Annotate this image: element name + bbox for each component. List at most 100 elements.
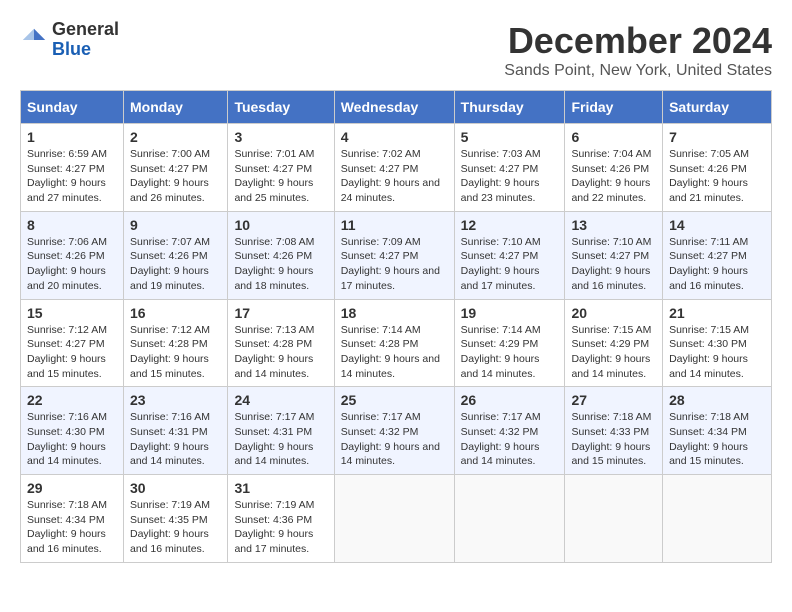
day-number: 14 [669,217,765,233]
day-number: 11 [341,217,448,233]
day-number: 10 [234,217,327,233]
calendar-cell: 19 Sunrise: 7:14 AM Sunset: 4:29 PM Dayli… [454,299,565,387]
day-info: Sunrise: 7:13 AM Sunset: 4:28 PM Dayligh… [234,323,327,382]
calendar-cell: 16Sunrise: 7:12 AM Sunset: 4:28 PM Dayli… [124,299,228,387]
day-number: 28 [669,392,765,408]
day-info: Sunrise: 7:10 AM Sunset: 4:27 PM Dayligh… [571,235,656,294]
day-number: 19 [461,305,559,321]
day-number: 20 [571,305,656,321]
day-number: 9 [130,217,221,233]
day-number: 4 [341,129,448,145]
month-title: December 2024 [504,20,772,62]
calendar-cell: 25Sunrise: 7:17 AM Sunset: 4:32 PM Dayli… [334,387,454,475]
calendar-cell: 15Sunrise: 7:12 AM Sunset: 4:27 PM Dayli… [21,299,124,387]
calendar-header-row: SundayMondayTuesdayWednesdayThursdayFrid… [21,91,772,124]
day-info: Sunrise: 7:16 AM Sunset: 4:30 PM Dayligh… [27,410,117,469]
calendar-cell: 22 Sunrise: 7:16 AM Sunset: 4:30 PM Dayli… [21,387,124,475]
day-number: 30 [130,480,221,496]
day-number: 15 [27,305,117,321]
calendar-table: SundayMondayTuesdayWednesdayThursdayFrid… [20,90,772,563]
day-number: 25 [341,392,448,408]
page-header: General Blue December 2024 Sands Point, … [20,20,772,80]
title-area: December 2024 Sands Point, New York, Uni… [504,20,772,80]
calendar-cell: 21 Sunrise: 7:15 AM Sunset: 4:30 PM Dayli… [663,299,772,387]
calendar-cell: 23Sunrise: 7:16 AM Sunset: 4:31 PM Dayli… [124,387,228,475]
calendar-cell: 30 Sunrise: 7:19 AM Sunset: 4:35 PM Dayli… [124,475,228,563]
calendar-row: 1 Sunrise: 6:59 AM Sunset: 4:27 PM Daylig… [21,124,772,212]
day-number: 8 [27,217,117,233]
day-info: Sunrise: 7:00 AM Sunset: 4:27 PM Dayligh… [130,147,221,206]
day-info: Sunrise: 7:17 AM Sunset: 4:32 PM Dayligh… [461,410,559,469]
day-number: 12 [461,217,559,233]
day-info: Sunrise: 7:09 AM Sunset: 4:27 PM Dayligh… [341,235,448,294]
day-number: 5 [461,129,559,145]
day-info: Sunrise: 7:19 AM Sunset: 4:35 PM Dayligh… [130,498,221,557]
day-info: Sunrise: 7:06 AM Sunset: 4:26 PM Dayligh… [27,235,117,294]
day-number: 1 [27,129,117,145]
day-number: 27 [571,392,656,408]
day-info: Sunrise: 7:19 AM Sunset: 4:36 PM Dayligh… [234,498,327,557]
calendar-cell: 10 Sunrise: 7:08 AM Sunset: 4:26 PM Dayli… [228,211,334,299]
logo-text: General Blue [52,20,119,60]
day-number: 24 [234,392,327,408]
day-info: Sunrise: 7:18 AM Sunset: 4:34 PM Dayligh… [27,498,117,557]
day-info: Sunrise: 7:18 AM Sunset: 4:34 PM Dayligh… [669,410,765,469]
day-info: Sunrise: 7:18 AM Sunset: 4:33 PM Dayligh… [571,410,656,469]
day-number: 22 [27,392,117,408]
logo-icon [20,26,48,54]
day-number: 16 [130,305,221,321]
day-info: Sunrise: 7:14 AM Sunset: 4:29 PM Dayligh… [461,323,559,382]
day-header: Wednesday [334,91,454,124]
calendar-cell: 24 Sunrise: 7:17 AM Sunset: 4:31 PM Dayli… [228,387,334,475]
calendar-cell [454,475,565,563]
day-number: 2 [130,129,221,145]
logo: General Blue [20,20,119,60]
day-info: Sunrise: 7:04 AM Sunset: 4:26 PM Dayligh… [571,147,656,206]
calendar-cell: 11 Sunrise: 7:09 AM Sunset: 4:27 PM Dayli… [334,211,454,299]
calendar-cell: 13 Sunrise: 7:10 AM Sunset: 4:27 PM Dayli… [565,211,663,299]
calendar-cell: 27 Sunrise: 7:18 AM Sunset: 4:33 PM Dayli… [565,387,663,475]
calendar-cell: 8 Sunrise: 7:06 AM Sunset: 4:26 PM Daylig… [21,211,124,299]
calendar-cell: 5 Sunrise: 7:03 AM Sunset: 4:27 PM Daylig… [454,124,565,212]
day-number: 21 [669,305,765,321]
calendar-cell: 18 Sunrise: 7:14 AM Sunset: 4:28 PM Dayli… [334,299,454,387]
day-header: Sunday [21,91,124,124]
day-info: Sunrise: 7:17 AM Sunset: 4:31 PM Dayligh… [234,410,327,469]
day-info: Sunrise: 7:11 AM Sunset: 4:27 PM Dayligh… [669,235,765,294]
location-title: Sands Point, New York, United States [504,62,772,80]
day-info: Sunrise: 6:59 AM Sunset: 4:27 PM Dayligh… [27,147,117,206]
calendar-cell: 20 Sunrise: 7:15 AM Sunset: 4:29 PM Dayli… [565,299,663,387]
calendar-cell: 7 Sunrise: 7:05 AM Sunset: 4:26 PM Daylig… [663,124,772,212]
day-info: Sunrise: 7:08 AM Sunset: 4:26 PM Dayligh… [234,235,327,294]
calendar-cell: 12Sunrise: 7:10 AM Sunset: 4:27 PM Dayli… [454,211,565,299]
day-info: Sunrise: 7:02 AM Sunset: 4:27 PM Dayligh… [341,147,448,206]
calendar-cell: 3 Sunrise: 7:01 AM Sunset: 4:27 PM Daylig… [228,124,334,212]
day-number: 23 [130,392,221,408]
day-number: 6 [571,129,656,145]
calendar-cell: 1 Sunrise: 6:59 AM Sunset: 4:27 PM Daylig… [21,124,124,212]
day-info: Sunrise: 7:05 AM Sunset: 4:26 PM Dayligh… [669,147,765,206]
calendar-row: 8 Sunrise: 7:06 AM Sunset: 4:26 PM Daylig… [21,211,772,299]
day-info: Sunrise: 7:15 AM Sunset: 4:30 PM Dayligh… [669,323,765,382]
calendar-cell: 4 Sunrise: 7:02 AM Sunset: 4:27 PM Daylig… [334,124,454,212]
day-header: Thursday [454,91,565,124]
calendar-cell: 17Sunrise: 7:13 AM Sunset: 4:28 PM Dayli… [228,299,334,387]
day-number: 18 [341,305,448,321]
calendar-cell: 6 Sunrise: 7:04 AM Sunset: 4:26 PM Daylig… [565,124,663,212]
day-info: Sunrise: 7:03 AM Sunset: 4:27 PM Dayligh… [461,147,559,206]
calendar-cell: 31Sunrise: 7:19 AM Sunset: 4:36 PM Dayli… [228,475,334,563]
calendar-cell: 2 Sunrise: 7:00 AM Sunset: 4:27 PM Daylig… [124,124,228,212]
calendar-cell: 26Sunrise: 7:17 AM Sunset: 4:32 PM Dayli… [454,387,565,475]
calendar-cell: 29Sunrise: 7:18 AM Sunset: 4:34 PM Dayli… [21,475,124,563]
calendar-cell [663,475,772,563]
calendar-row: 15Sunrise: 7:12 AM Sunset: 4:27 PM Dayli… [21,299,772,387]
day-number: 13 [571,217,656,233]
calendar-row: 22 Sunrise: 7:16 AM Sunset: 4:30 PM Dayli… [21,387,772,475]
day-info: Sunrise: 7:14 AM Sunset: 4:28 PM Dayligh… [341,323,448,382]
calendar-cell: 9Sunrise: 7:07 AM Sunset: 4:26 PM Daylig… [124,211,228,299]
day-number: 7 [669,129,765,145]
day-number: 3 [234,129,327,145]
day-info: Sunrise: 7:15 AM Sunset: 4:29 PM Dayligh… [571,323,656,382]
day-header: Tuesday [228,91,334,124]
day-info: Sunrise: 7:01 AM Sunset: 4:27 PM Dayligh… [234,147,327,206]
